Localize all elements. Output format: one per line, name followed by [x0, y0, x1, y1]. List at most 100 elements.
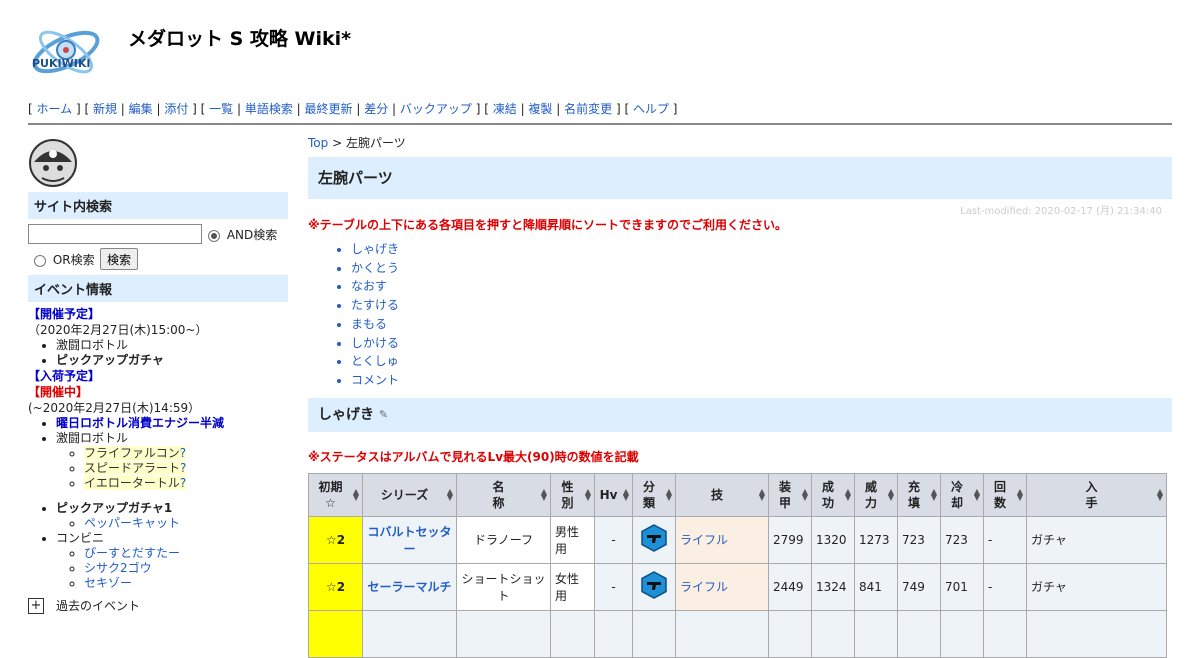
column-header[interactable]: 回数 ▲ ▼ [983, 472, 1027, 517]
cell-cool: 723 [940, 515, 984, 564]
or-search-radio[interactable] [34, 254, 46, 267]
series-link[interactable]: コバルトセッター [367, 525, 451, 556]
cell-power: 841 [854, 562, 898, 611]
breadcrumb-top-link[interactable]: Top [308, 136, 328, 150]
and-search-radio[interactable] [208, 229, 220, 242]
cell-success: 1324 [811, 562, 855, 611]
column-header[interactable]: 初期☆ ▲ ▼ [308, 472, 363, 517]
toc-link[interactable]: しゃげき [351, 242, 399, 256]
and-search-label: AND検索 [226, 228, 278, 242]
top-navbar: [ ホーム ] [ 新規 | 編集 | 添付 ] [ 一覧 | 単語検索 | 最… [28, 102, 678, 116]
toc-link[interactable]: かくとう [351, 261, 399, 275]
cell-count: - [983, 515, 1027, 564]
site-title[interactable]: メダロット S 攻略 Wiki* [128, 24, 351, 51]
status-note: ※ステータスはアルバムで見れるLv最大(90)時の数値を記載 [308, 449, 639, 464]
arrival-label[interactable]: 【入荷予定】 [28, 368, 288, 384]
cell-empty [362, 609, 457, 658]
past-events-toggle[interactable]: + 過去のイベント [28, 597, 288, 614]
create-page-link[interactable]: ? [180, 476, 186, 490]
pickup-sub-link[interactable]: ペッパーキャット [84, 516, 180, 530]
nav-backup-link[interactable]: バックアップ [400, 102, 472, 116]
cell-empty [550, 609, 595, 658]
weekday-event-link[interactable]: 曜日ロボトル消費エナジー半減 [56, 416, 224, 430]
column-header[interactable]: 技 ▲ ▼ [675, 472, 769, 517]
column-header-label: 成功 [821, 479, 834, 510]
search-input[interactable] [28, 224, 202, 244]
cell-count: - [983, 562, 1027, 611]
toc-link[interactable]: しかける [351, 336, 399, 350]
breadcrumb-separator: > [328, 136, 346, 150]
nav-freeze-link[interactable]: 凍結 [493, 102, 517, 116]
battle-event: 激闘ロボトル [56, 431, 129, 445]
nav-attach-link[interactable]: 添付 [164, 102, 188, 116]
nav-new-link[interactable]: 新規 [93, 102, 117, 116]
column-header[interactable]: 性別 ▲ ▼ [550, 472, 595, 517]
sort-arrows-icon: ▲ ▼ [801, 486, 808, 502]
skill-link[interactable]: ライフル [680, 533, 728, 547]
column-header[interactable]: 入手 ▲ ▼ [1026, 472, 1167, 517]
column-header[interactable]: 成功 ▲ ▼ [811, 472, 855, 517]
sort-arrows-icon: ▲ ▼ [1156, 486, 1163, 502]
create-page-link[interactable]: ? [180, 461, 186, 475]
nav-home-link[interactable]: ホーム [37, 102, 73, 116]
sort-arrows-icon: ▲ ▼ [622, 486, 629, 502]
search-button[interactable]: 検索 [100, 248, 139, 270]
sort-arrows-icon: ▲ ▼ [540, 486, 547, 502]
column-header[interactable]: 名称 ▲ ▼ [456, 472, 551, 517]
toc-link[interactable]: なおす [351, 279, 387, 293]
column-header[interactable]: Hv ▲ ▼ [594, 472, 633, 517]
cell-hv: - [594, 515, 633, 564]
cell-type [632, 515, 676, 564]
cell-name: ドラノーフ [456, 515, 551, 564]
sort-arrows-icon: ▲ ▼ [584, 486, 591, 502]
cell-obtain: ガチャ [1026, 515, 1167, 564]
pukiwiki-logo[interactable]: PUKIWIKI [28, 12, 104, 88]
cell-armor: 2449 [768, 562, 812, 611]
cell-empty [983, 609, 1027, 658]
convenience-sub-link[interactable]: ぴーすとだすたー [84, 546, 180, 560]
scheduled-link[interactable]: 【開催予定】 [28, 307, 100, 321]
toc-link[interactable]: たすける [351, 298, 399, 312]
sort-arrows-icon: ▲ ▼ [665, 486, 672, 502]
create-page-link[interactable]: ? [180, 446, 186, 460]
nav-recent-link[interactable]: 最終更新 [305, 102, 353, 116]
search-heading: サイト内検索 [28, 192, 288, 219]
nav-copy-link[interactable]: 複製 [528, 102, 552, 116]
nav-edit-link[interactable]: 編集 [129, 102, 153, 116]
column-header-label: 冷却 [950, 479, 963, 510]
column-header[interactable]: シリーズ ▲ ▼ [362, 472, 457, 517]
nav-word-search-link[interactable]: 単語検索 [245, 102, 293, 116]
column-header-label: 回数 [993, 479, 1006, 510]
cell-empty [940, 609, 984, 658]
toc-link[interactable]: まもる [351, 317, 387, 331]
toc-link[interactable]: コメント [351, 373, 399, 387]
arrival-link[interactable]: 【入荷予定】 [28, 369, 100, 383]
toc-link[interactable]: とくしゅ [351, 354, 399, 368]
column-header-label: 性別 [561, 479, 574, 510]
convenience-sub-link[interactable]: セキゾー [84, 576, 132, 590]
column-header[interactable]: 充填 ▲ ▼ [897, 472, 941, 517]
column-header-label: 入手 [1085, 479, 1098, 510]
series-link[interactable]: セーラーマルチ [367, 580, 451, 594]
cell-power: 1273 [854, 515, 898, 564]
cell-empty [811, 609, 855, 658]
sort-arrows-icon: ▲ ▼ [844, 486, 851, 502]
column-header[interactable]: 冷却 ▲ ▼ [940, 472, 984, 517]
table-row: ☆2 セーラーマルチ ショートショット 女性用 - ライフル 2449 1324 841 749 7… [308, 562, 1167, 611]
section-heading: しゃげき ✎ [308, 397, 1172, 432]
cell-empty [768, 609, 812, 658]
or-search-label: OR検索 [52, 253, 95, 267]
column-header[interactable]: 威力 ▲ ▼ [854, 472, 898, 517]
convenience-sub-link[interactable]: シサク2ゴウ [84, 561, 152, 575]
cell-gender: 女性用 [550, 562, 595, 611]
skill-link[interactable]: ライフル [680, 580, 728, 594]
column-header[interactable]: 分類 ▲ ▼ [632, 472, 676, 517]
nav-help-link[interactable]: ヘルプ [633, 102, 669, 116]
nav-list-link[interactable]: 一覧 [209, 102, 233, 116]
scheduled-label[interactable]: 【開催予定】 [28, 306, 288, 322]
nav-rename-link[interactable]: 名前変更 [564, 102, 612, 116]
column-header[interactable]: 装甲 ▲ ▼ [768, 472, 812, 517]
edit-pencil-icon[interactable]: ✎ [379, 408, 388, 421]
expand-icon[interactable]: + [28, 597, 44, 614]
nav-diff-link[interactable]: 差分 [364, 102, 388, 116]
